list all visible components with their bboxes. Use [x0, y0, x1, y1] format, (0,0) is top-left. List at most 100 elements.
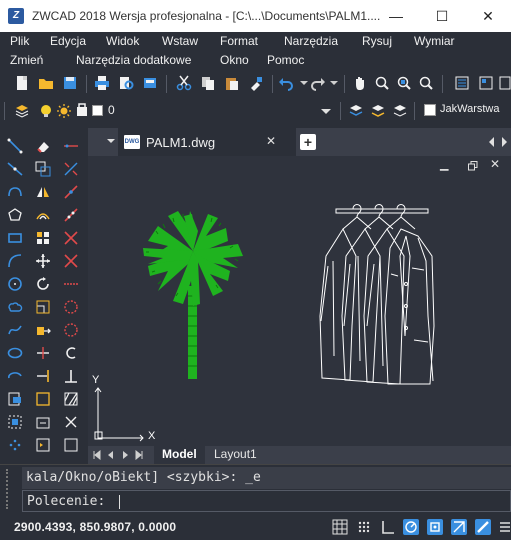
- layer-thaw-sun-icon[interactable]: [56, 103, 72, 119]
- region-tool-icon[interactable]: [63, 299, 79, 315]
- menu-pomoc[interactable]: Pomoc: [267, 53, 304, 67]
- move-tool-icon[interactable]: [35, 253, 51, 269]
- scroll-tabs-right-icon[interactable]: [499, 134, 509, 150]
- measure-tool-icon[interactable]: [63, 253, 79, 269]
- point-tool-icon[interactable]: [7, 437, 23, 453]
- offset-tool-icon[interactable]: [35, 207, 51, 223]
- print-icon[interactable]: [94, 75, 110, 91]
- layer-color-icon[interactable]: [74, 103, 90, 119]
- ellipse-arc-tool-icon[interactable]: [7, 368, 23, 384]
- first-layout-icon[interactable]: [92, 450, 102, 460]
- insert-block-icon[interactable]: [7, 391, 23, 407]
- menu-rysuj[interactable]: Rysuj: [362, 34, 392, 48]
- align-tool-icon[interactable]: [63, 368, 79, 384]
- hatch-tool-icon[interactable]: [63, 391, 79, 407]
- text-tool-icon[interactable]: [63, 437, 79, 453]
- boundary-tool-icon[interactable]: [63, 322, 79, 338]
- snap-mode-icon[interactable]: [356, 519, 372, 535]
- save-icon[interactable]: [62, 75, 78, 91]
- lineweight-icon[interactable]: [475, 519, 491, 535]
- divide-tool-icon[interactable]: [63, 207, 79, 223]
- menu-narzedzia-dodatkowe[interactable]: Narzędzia dodatkowe: [76, 53, 191, 67]
- tool-palette-icon[interactable]: [498, 75, 511, 91]
- menu-zmien[interactable]: Zmień: [10, 53, 43, 67]
- print-preview-icon[interactable]: [118, 75, 134, 91]
- break-at-point-icon[interactable]: [63, 230, 79, 246]
- layer-on-bulb-icon[interactable]: [38, 103, 54, 119]
- current-layer-name[interactable]: 0: [108, 103, 115, 117]
- break-tool-icon[interactable]: [35, 391, 51, 407]
- ellipse-tool-icon[interactable]: [7, 345, 23, 361]
- close-button[interactable]: ✕: [465, 0, 511, 32]
- polyline-tool-icon[interactable]: [7, 184, 23, 200]
- undo-icon[interactable]: [278, 75, 294, 91]
- ortho-mode-icon[interactable]: [380, 519, 396, 535]
- prev-layout-icon[interactable]: [106, 450, 116, 460]
- copy-icon[interactable]: [200, 75, 216, 91]
- zoom-realtime-icon[interactable]: [374, 75, 390, 91]
- tab-layout1[interactable]: Layout1: [208, 446, 263, 464]
- layer-dropdown-arrow-icon[interactable]: [318, 103, 334, 119]
- menu-edycja[interactable]: Edycja: [50, 34, 86, 48]
- tab-model[interactable]: Model: [154, 446, 205, 464]
- menu-plik[interactable]: Plik: [10, 34, 29, 48]
- overkill-tool-icon[interactable]: [63, 276, 79, 292]
- object-snap-tracking-icon[interactable]: [451, 519, 467, 535]
- copy-object-tool-icon[interactable]: [35, 161, 51, 177]
- color-control-value[interactable]: JakWarstwa: [440, 103, 500, 115]
- menu-format[interactable]: Format: [220, 34, 258, 48]
- last-layout-icon[interactable]: [134, 450, 144, 460]
- new-file-icon[interactable]: [14, 75, 30, 91]
- zoom-window-icon[interactable]: [396, 75, 412, 91]
- open-folder-icon[interactable]: [38, 75, 54, 91]
- fillet-tool-icon[interactable]: [35, 437, 51, 453]
- array-tool-icon[interactable]: [35, 230, 51, 246]
- chamfer-tool-icon[interactable]: [35, 414, 51, 430]
- command-input[interactable]: Polecenie:: [22, 490, 511, 512]
- circle-tool-icon[interactable]: [7, 276, 23, 292]
- object-snap-icon[interactable]: [427, 519, 443, 535]
- pan-hand-icon[interactable]: [352, 75, 368, 91]
- revcloud-tool-icon[interactable]: [7, 299, 23, 315]
- maximize-button[interactable]: ☐: [419, 0, 465, 32]
- tab-palm1[interactable]: DWG PALM1.dwg ✕: [118, 128, 296, 156]
- close-tab-icon[interactable]: ✕: [266, 134, 276, 148]
- publish-icon[interactable]: [142, 75, 158, 91]
- properties-icon[interactable]: [454, 75, 470, 91]
- redo-icon[interactable]: [310, 75, 326, 91]
- scale-tool-icon[interactable]: [35, 299, 51, 315]
- extend-tool-icon[interactable]: [35, 368, 51, 384]
- make-current-layer-icon[interactable]: [348, 103, 364, 119]
- next-layout-icon[interactable]: [120, 450, 130, 460]
- minimize-button[interactable]: —: [373, 0, 419, 32]
- grid-display-icon[interactable]: [332, 519, 348, 535]
- layer-previous-icon[interactable]: [370, 103, 386, 119]
- paste-icon[interactable]: [224, 75, 240, 91]
- xline-tool-icon[interactable]: [7, 161, 23, 177]
- tabs-dropdown-arrow-icon[interactable]: [106, 136, 116, 146]
- line-tool-icon[interactable]: [7, 138, 23, 154]
- arc-tool-icon[interactable]: [7, 253, 23, 269]
- lengthen-tool-icon[interactable]: [63, 138, 79, 154]
- match-properties-icon[interactable]: [248, 75, 264, 91]
- menu-okno[interactable]: Okno: [220, 53, 249, 67]
- rotate-tool-icon[interactable]: [35, 276, 51, 292]
- make-block-icon[interactable]: [7, 414, 23, 430]
- cut-icon[interactable]: [176, 75, 192, 91]
- stretch-tool-icon[interactable]: [35, 322, 51, 338]
- spline-tool-icon[interactable]: [7, 322, 23, 338]
- menu-wstaw[interactable]: Wstaw: [162, 34, 198, 48]
- menu-wymiar[interactable]: Wymiar: [414, 34, 455, 48]
- drawing-canvas[interactable]: ▁ ✕ Y X: [88, 156, 511, 446]
- zoom-previous-icon[interactable]: [418, 75, 434, 91]
- explode-tool-icon[interactable]: [63, 161, 79, 177]
- polygon-tool-icon[interactable]: [7, 207, 23, 223]
- erase-tool-icon[interactable]: [35, 138, 51, 154]
- layer-states-icon[interactable]: [392, 103, 408, 119]
- design-center-icon[interactable]: [478, 75, 494, 91]
- redo-dropdown-icon[interactable]: [326, 75, 342, 91]
- trim-tool-icon[interactable]: [35, 345, 51, 361]
- menu-narzedzia[interactable]: Narzędzia: [284, 34, 338, 48]
- status-menu-icon[interactable]: [497, 519, 511, 535]
- gradient-tool-icon[interactable]: [63, 414, 79, 430]
